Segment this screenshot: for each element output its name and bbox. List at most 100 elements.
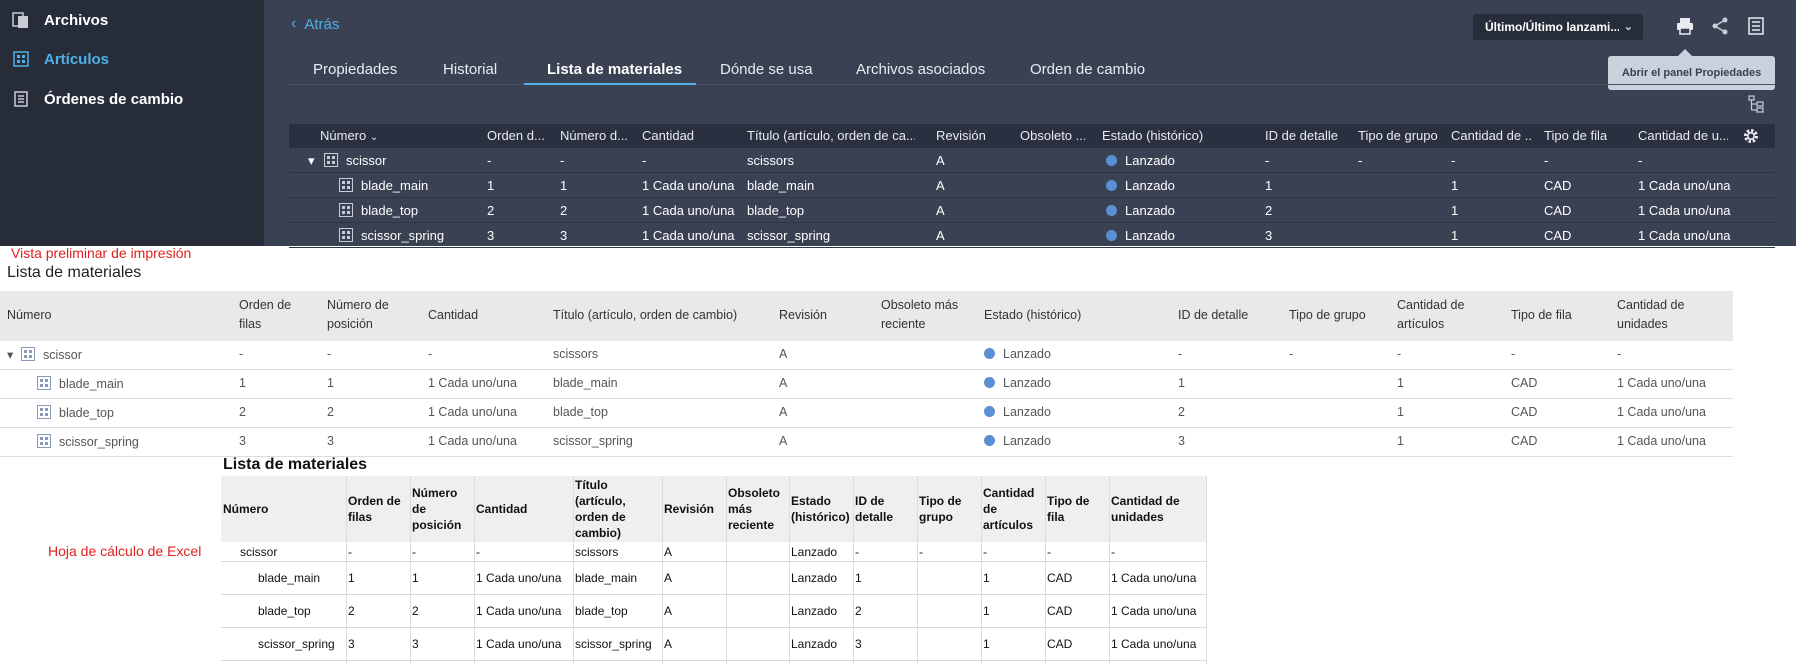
table-cell: A bbox=[779, 405, 788, 419]
col-header-obsoleto[interactable]: Obsoleto ... bbox=[1020, 128, 1085, 143]
part-icon bbox=[339, 203, 353, 217]
table-cell: 1 bbox=[327, 376, 334, 390]
table-row: blade_top 2 2 1 Cada uno/una blade_top A… bbox=[0, 399, 1733, 428]
sidebar-item-archivos[interactable]: Archivos bbox=[12, 8, 108, 32]
col-header: Estado (histórico) bbox=[791, 494, 850, 524]
table-cell: Lanzado bbox=[791, 544, 838, 559]
table-row[interactable]: scissor_spring 3 3 1 Cada uno/una scisso… bbox=[289, 223, 1775, 248]
col-header: Obsoleto más reciente bbox=[728, 486, 781, 532]
table-cell-numero: scissor bbox=[324, 153, 386, 168]
tab-propiedades[interactable]: Propiedades bbox=[313, 61, 397, 78]
table-cell: 1 bbox=[239, 376, 246, 390]
back-link[interactable]: ‹ Atrás bbox=[291, 15, 339, 33]
grid-line bbox=[853, 476, 854, 664]
col-header-id-detalle[interactable]: ID de detalle bbox=[1265, 128, 1338, 143]
properties-panel-icon[interactable] bbox=[1745, 15, 1767, 37]
back-label: Atrás bbox=[304, 15, 340, 33]
table-row[interactable]: blade_top 2 2 1 Cada uno/una blade_top A… bbox=[289, 198, 1775, 223]
table-cell: 2 bbox=[1265, 203, 1273, 218]
tab-donde-se-usa[interactable]: Dónde se usa bbox=[720, 61, 813, 78]
tab-lista-de-materiales[interactable]: Lista de materiales bbox=[547, 61, 682, 78]
col-header: Título (artículo, orden de cambio) bbox=[553, 308, 738, 322]
sidebar-item-label: Órdenes de cambio bbox=[44, 90, 184, 108]
table-cell: blade_top bbox=[747, 203, 805, 218]
table-cell: 1 bbox=[983, 571, 990, 585]
table-cell: blade_main bbox=[575, 571, 638, 585]
tab-historial[interactable]: Historial bbox=[443, 61, 497, 78]
table-cell: 3 bbox=[560, 228, 568, 243]
print-icon[interactable] bbox=[1674, 15, 1696, 37]
table-cell: CAD bbox=[1047, 571, 1073, 585]
table-cell: scissors bbox=[747, 153, 794, 168]
table-cell: - bbox=[412, 544, 416, 559]
table-cell: 1 Cada uno/una bbox=[1111, 571, 1197, 585]
table-cell: Lanzado bbox=[791, 571, 838, 585]
tab-orden-de-cambio[interactable]: Orden de cambio bbox=[1030, 61, 1145, 78]
col-header-estado[interactable]: Estado (histórico) bbox=[1102, 128, 1203, 143]
table-cell: 1 bbox=[1178, 376, 1185, 390]
col-header-label: Número bbox=[320, 128, 367, 143]
gear-icon[interactable] bbox=[1742, 127, 1760, 145]
table-cell: Lanzado bbox=[791, 604, 838, 618]
col-header-titulo[interactable]: Título (artículo, orden de ca... bbox=[747, 128, 915, 143]
expand-collapse-icon[interactable]: ▾ bbox=[308, 153, 315, 169]
sidebar-item-ordenes-de-cambio[interactable]: Órdenes de cambio bbox=[12, 87, 183, 111]
table-cell: A bbox=[664, 637, 673, 651]
table-cell: - bbox=[1511, 347, 1516, 361]
tab-label: Archivos asociados bbox=[856, 61, 986, 78]
status-badge: Lanzado bbox=[1106, 228, 1175, 243]
col-header-numero-posicion[interactable]: Número d... bbox=[560, 128, 630, 143]
table-cell: 1 bbox=[1451, 178, 1459, 193]
table-cell: 1 Cada uno/una bbox=[1638, 228, 1731, 243]
cell-text: blade_main bbox=[59, 377, 124, 391]
table-cell: 1 Cada uno/una bbox=[428, 405, 517, 419]
tab-label: Lista de materiales bbox=[547, 61, 683, 78]
col-header: Cantidad bbox=[476, 502, 528, 516]
table-cell: 3 bbox=[239, 434, 246, 448]
grid-line bbox=[662, 476, 663, 664]
table-cell: CAD bbox=[1511, 434, 1538, 448]
col-header-orden[interactable]: Orden d... bbox=[487, 128, 549, 143]
table-cell: - bbox=[1178, 347, 1183, 361]
col-header-revision[interactable]: Revisión bbox=[936, 128, 986, 143]
table-cell: - bbox=[1638, 153, 1643, 168]
tab-label: Dónde se usa bbox=[720, 61, 813, 78]
tab-archivos-asociados[interactable]: Archivos asociados bbox=[856, 61, 985, 78]
chevron-left-icon: ‹ bbox=[291, 15, 297, 32]
col-header-cantidad-unidades[interactable]: Cantidad de u... bbox=[1638, 128, 1728, 143]
table-row: scissor_spring 3 3 1 Cada uno/una scisso… bbox=[221, 628, 1207, 661]
change-orders-icon bbox=[12, 90, 30, 108]
col-header-tipo-fila[interactable]: Tipo de fila bbox=[1544, 128, 1607, 143]
table-row: scissor - - - scissors A Lanzado - - - -… bbox=[221, 542, 1207, 562]
col-header: Número de posición bbox=[327, 298, 389, 331]
tree-view-icon[interactable] bbox=[1748, 95, 1766, 113]
table-row[interactable]: blade_main 1 1 1 Cada uno/una blade_main… bbox=[289, 173, 1775, 198]
table-cell: 1 Cada uno/una bbox=[1617, 376, 1706, 390]
col-header-tipo-grupo[interactable]: Tipo de grupo bbox=[1358, 128, 1438, 143]
release-select[interactable]: Último/Último lanzami... ⌄ bbox=[1473, 14, 1643, 40]
table-cell: 1 Cada uno/una bbox=[1111, 604, 1197, 618]
col-header-cantidad-articulos[interactable]: Cantidad de ... bbox=[1451, 128, 1531, 143]
table-cell: - bbox=[855, 544, 859, 559]
status-dot-icon bbox=[984, 348, 995, 359]
col-header: Tipo de grupo bbox=[1289, 308, 1366, 322]
table-cell: CAD bbox=[1544, 178, 1572, 193]
col-header-cantidad[interactable]: Cantidad bbox=[642, 128, 694, 143]
col-header: Número bbox=[223, 502, 269, 516]
tab-label: Propiedades bbox=[313, 61, 398, 78]
table-cell: - bbox=[560, 153, 565, 168]
sidebar-item-articulos[interactable]: Artículos bbox=[12, 47, 109, 71]
table-row[interactable]: ▾ scissor - - - scissors A Lanzado - - -… bbox=[289, 148, 1775, 173]
table-cell: CAD bbox=[1544, 203, 1572, 218]
table-cell-numero: blade_main bbox=[339, 178, 428, 193]
status-badge: Lanzado bbox=[984, 434, 1051, 448]
status-text: Lanzado bbox=[1125, 203, 1175, 218]
col-header: Número bbox=[7, 308, 52, 322]
table-cell: 1 Cada uno/una bbox=[476, 571, 562, 585]
table-cell: - bbox=[327, 347, 332, 361]
col-header-numero[interactable]: Número ⌄ bbox=[320, 128, 378, 143]
table-cell: A bbox=[936, 178, 945, 193]
table-cell: scissors bbox=[553, 347, 599, 361]
tab-label: Orden de cambio bbox=[1030, 61, 1146, 78]
share-icon[interactable] bbox=[1709, 15, 1731, 37]
